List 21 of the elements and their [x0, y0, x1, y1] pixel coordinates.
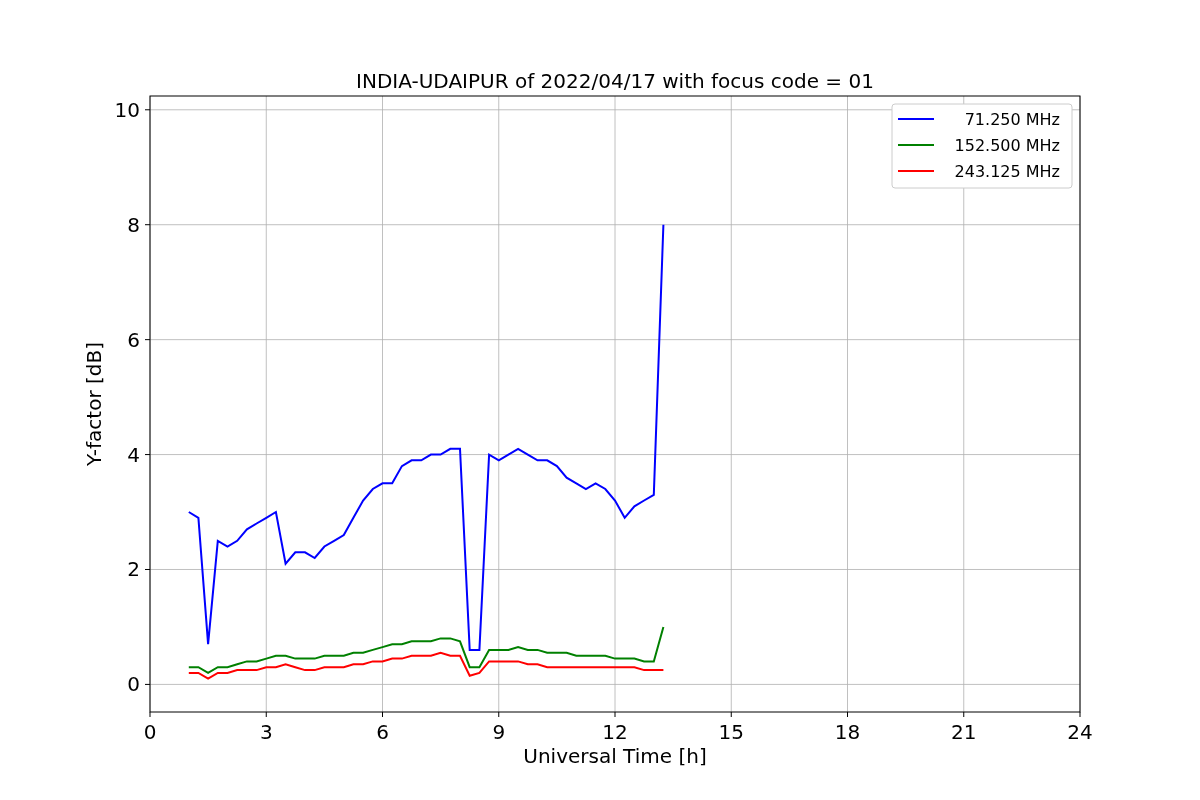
legend-label: 152.500 MHz — [954, 136, 1060, 155]
x-tick-label: 3 — [259, 720, 273, 744]
y-tick-label: 2 — [127, 557, 140, 582]
x-tick-label: 15 — [718, 720, 744, 744]
x-tick-label: 0 — [143, 720, 157, 744]
chart-title: INDIA-UDAIPUR of 2022/04/17 with focus code = 01 — [356, 69, 874, 93]
y-tick-label: 8 — [127, 212, 140, 237]
legend-label: 243.125 MHz — [954, 162, 1060, 181]
x-tick-label: 18 — [834, 720, 861, 744]
x-tick-label: 12 — [602, 720, 628, 744]
x-tick-label: 9 — [492, 720, 506, 744]
y-axis-label: Y-factor [dB] — [82, 342, 106, 466]
y-tick-label: 4 — [127, 442, 140, 467]
x-tick-label: 6 — [376, 720, 389, 744]
legend-label: 71.250 MHz — [964, 110, 1060, 129]
x-axis-label: Universal Time [h] — [523, 744, 707, 768]
x-tick-label: 21 — [951, 720, 977, 744]
x-tick-label: 24 — [1067, 720, 1093, 744]
y-tick-label: 6 — [127, 327, 140, 352]
y-tick-label: 0 — [127, 672, 140, 697]
y-tick-label: 10 — [114, 97, 140, 122]
